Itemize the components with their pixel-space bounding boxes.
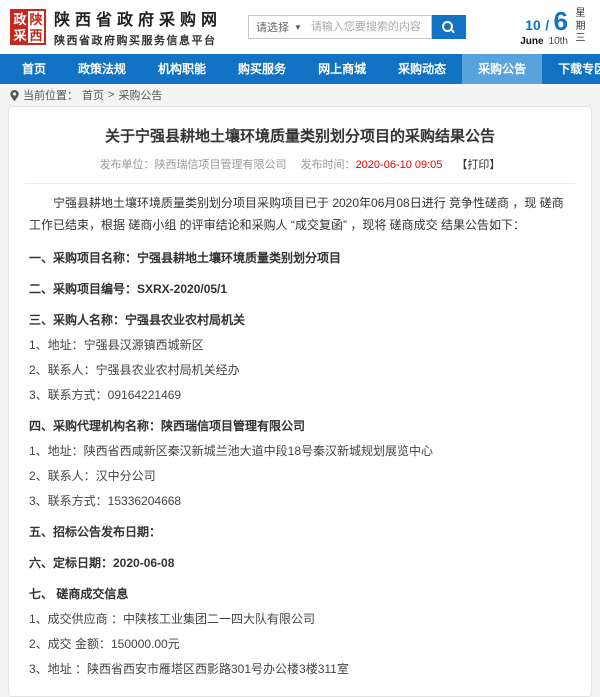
search-icon: [442, 21, 455, 34]
section-item: 1、成交供应商 ：中陕核工业集团二一四大队有限公司: [29, 610, 571, 628]
publish-time-label: 发布时间：: [301, 159, 356, 171]
print-button[interactable]: 【打印】: [456, 159, 500, 171]
nav-item-downloads[interactable]: 下载专区: [542, 54, 600, 84]
article-meta: 发布单位：陕西瑞信项目管理有限公司 发布时间：2020-06-10 09:05 【打…: [23, 156, 577, 172]
section-item: 1、地址：陕西省西咸新区秦汉新城兰池大道中段18号秦汉新城规划展览中心: [29, 442, 571, 460]
breadcrumb-separator: >: [108, 89, 114, 101]
main-nav: 首页政策法规机构职能购买服务网上商城采购动态采购公告下载专区办事指南: [0, 54, 600, 84]
nav-item-news[interactable]: 采购动态: [382, 54, 462, 84]
date-month-en: June: [520, 36, 543, 47]
section-heading: 四、采购代理机构名称：陕西瑞信项目管理有限公司: [29, 417, 571, 435]
article-sections: 一、采购项目名称：宁强县耕地土壤环境质量类别划分项目二、采购项目编号：SXRX-…: [23, 249, 577, 678]
section-item: 2、联系人：汉中分公司: [29, 467, 571, 485]
search-input[interactable]: [309, 16, 431, 38]
section-heading: 五、招标公告发布日期：: [29, 523, 571, 541]
site-subtitle: 陕西省政府购买服务信息平台: [54, 32, 222, 48]
section-item: 3、联系方式：15336204668: [29, 492, 571, 510]
date-weekday: 星期三: [575, 8, 586, 46]
nav-item-policy[interactable]: 政策法规: [62, 54, 142, 84]
section-item: 3、联系方式：09164221469: [29, 386, 571, 404]
section-item: 3、地址 ：陕西省西安市雁塔区西影路301号办公楼3楼311室: [29, 660, 571, 678]
page: 政 陕 采 西 陕西省政府采购网 陕西省政府购买服务信息平台 请选择 ▼: [0, 0, 600, 697]
date-month-number: 10: [525, 17, 541, 33]
section-item: 2、联系人：宁强县农业农村局机关经办: [29, 361, 571, 379]
date-english: June 10th: [520, 36, 568, 47]
nav-item-purchase-service[interactable]: 购买服务: [222, 54, 302, 84]
breadcrumb: 当前位置： 首页 > 采购公告: [0, 84, 600, 104]
section-heading: 三、采购人名称：宁强县农业农村局机关: [29, 311, 571, 329]
nav-item-online-mall[interactable]: 网上商城: [302, 54, 382, 84]
seal-char: 陕: [28, 11, 44, 27]
section-item: 2、成交 金额：150000.00元: [29, 635, 571, 653]
publisher-value: 陕西瑞信项目管理有限公司: [155, 159, 287, 171]
date-day-en: 10th: [549, 36, 568, 47]
nav-item-announcements[interactable]: 采购公告: [462, 54, 542, 84]
date-slash: /: [545, 17, 549, 33]
nav-item-home[interactable]: 首页: [6, 54, 62, 84]
nav-item-org[interactable]: 机构职能: [142, 54, 222, 84]
date-day-number: 6: [554, 6, 568, 36]
breadcrumb-current[interactable]: 采购公告: [118, 87, 162, 103]
section-heading: 二、采购项目编号：SXRX-2020/05/1: [29, 280, 571, 298]
chevron-down-icon: ▼: [294, 23, 302, 32]
breadcrumb-label: 当前位置：: [23, 87, 78, 103]
seal-char: 采: [12, 27, 28, 43]
section-heading: 七、 磋商成交信息: [29, 585, 571, 603]
logo-text: 陕西省政府采购网 陕西省政府购买服务信息平台: [54, 6, 222, 48]
breadcrumb-home[interactable]: 首页: [82, 87, 104, 103]
intro-paragraph: 宁强县耕地土壤环境质量类别划分项目采购项目已于 2020年06月08日进行 竞争…: [29, 192, 571, 236]
date-numbers: 10 / 6: [520, 8, 568, 34]
publish-time-value: 2020-06-10 09:05: [356, 159, 443, 171]
announcement-card: 关于宁强县耕地土壤环境质量类别划分项目的采购结果公告 发布单位：陕西瑞信项目管理…: [8, 106, 592, 697]
section-item: 1、地址：宁强县汉源镇西城新区: [29, 336, 571, 354]
seal-logo: 政 陕 采 西: [10, 9, 46, 45]
search-category-label: 请选择: [256, 19, 289, 35]
divider: [25, 183, 575, 184]
publisher-label: 发布单位：: [100, 159, 155, 171]
date-widget: 10 / 6 June 10th 星期三: [520, 8, 590, 47]
section-heading: 六、定标日期：2020-06-08: [29, 554, 571, 572]
search-box: 请选择 ▼: [248, 15, 432, 39]
location-pin-icon: [10, 90, 19, 101]
site-title: 陕西省政府采购网: [54, 6, 222, 30]
seal-char: 政: [12, 11, 28, 27]
search-bar: 请选择 ▼: [248, 15, 466, 39]
site-header: 政 陕 采 西 陕西省政府采购网 陕西省政府购买服务信息平台 请选择 ▼: [0, 0, 600, 54]
site-logo[interactable]: 政 陕 采 西 陕西省政府采购网 陕西省政府购买服务信息平台: [10, 6, 222, 48]
search-category-select[interactable]: 请选择 ▼: [249, 16, 309, 38]
search-button[interactable]: [432, 15, 466, 39]
seal-char: 西: [28, 27, 44, 43]
section-heading: 一、采购项目名称：宁强县耕地土壤环境质量类别划分项目: [29, 249, 571, 267]
page-title: 关于宁强县耕地土壤环境质量类别划分项目的采购结果公告: [23, 125, 577, 146]
